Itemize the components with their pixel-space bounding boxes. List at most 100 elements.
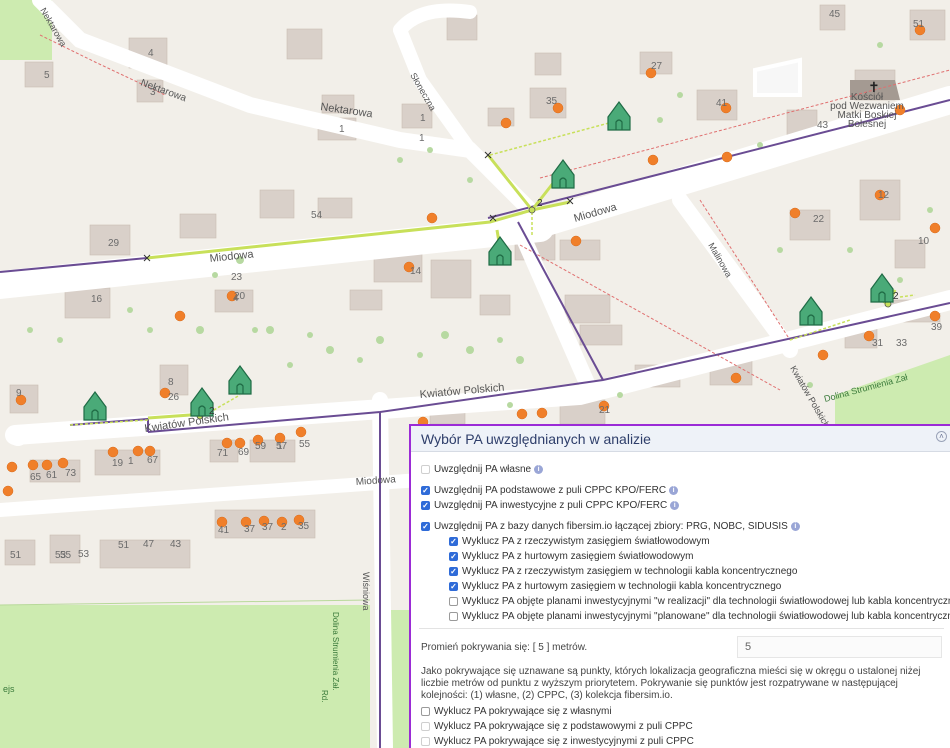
option-label: Uwzględnij PA z bazy danych fibersim.io … [434,521,788,532]
option-checkbox[interactable] [449,582,458,591]
option-row[interactable]: Wyklucz PA z rzeczywistym zasięgiem w te… [411,564,950,579]
option-checkbox[interactable] [421,465,430,474]
option-label: Wyklucz PA objęte planami inwestycyjnymi… [462,596,950,607]
house-number-label: 35 [546,96,558,107]
option-row[interactable]: Wyklucz PA z hurtowym zasięgiem światłow… [411,549,950,564]
exclude-row[interactable]: Wyklucz PA pokrywające się z podstawowym… [421,719,694,734]
house-number-label: 29 [108,238,120,249]
house-number-label: 45 [829,9,841,20]
house-number-label: 51 [118,540,130,551]
option-checkbox[interactable] [449,552,458,561]
option-label: Uwzględnij PA podstawowe z puli CPPC KPO… [434,485,667,496]
option-checkbox[interactable] [421,486,430,495]
radius-input[interactable]: 5 [737,636,942,658]
house-number-label: 37 [244,524,256,535]
house-number-label: 5 [44,70,50,81]
house-number-label: 2 [281,522,287,533]
street-label: Dolina Strumienia Zał. [331,612,340,691]
option-row[interactable]: Uwzględnij PA z bazy danych fibersim.io … [411,519,950,534]
option-checkbox[interactable] [449,567,458,576]
panel-header[interactable]: Wybór PA uwzględnianych w analizie ˄ [411,426,950,452]
house-number-label: 69 [238,447,250,458]
info-icon[interactable]: i [670,501,680,510]
divider [419,628,944,629]
house-number-label: 53 [78,549,90,560]
option-row[interactable]: Wyklucz PA objęte planami inwestycyjnymi… [411,609,950,624]
house-number-label: 67 [147,455,159,466]
radius-label: Promień pokrywania się: [ 5 ] metrów. [421,642,588,653]
house-number-label: 9 [16,388,22,399]
house-number-label: 12 [878,190,890,201]
house-number-label: 61 [46,470,58,481]
exclude-checkbox[interactable] [421,737,430,746]
house-number-label: 39 [931,322,943,333]
house-number-label: 1 [128,456,134,467]
house-number-label: 22 [813,214,825,225]
option-checkbox[interactable] [421,501,430,510]
church-label: Bolesnej [848,119,886,130]
option-checkbox[interactable] [421,522,430,531]
option-row[interactable]: Uwzględnij PA inwestycyjne z puli CPPC K… [411,498,950,513]
panel-title: Wybór PA uwzględnianych w analizie [421,430,651,447]
house-number-label: 51 [10,550,22,561]
route-count-label: 2 [209,406,215,417]
option-checkbox[interactable] [449,537,458,546]
house-number-label: 4 [233,293,239,304]
option-label: Wyklucz PA z rzeczywistym zasięgiem w te… [462,566,798,577]
option-row[interactable]: Wyklucz PA z rzeczywistym zasięgiem świa… [411,534,950,549]
house-number-label: 8 [168,377,174,388]
park-area [0,605,370,748]
coverage-description: Jako pokrywające się uznawane są punkty,… [421,666,921,701]
house-number-label: 37 [262,522,274,533]
option-row[interactable]: Uwzględnij PA własne i [411,462,950,477]
exclude-label: Wyklucz PA pokrywające się z inwestycyjn… [434,736,694,747]
option-label: Uwzględnij PA inwestycyjne z puli CPPC K… [434,500,668,511]
chevron-up-icon[interactable]: ˄ [936,431,947,442]
house-number-label: 43 [817,120,829,131]
option-checkbox[interactable] [449,612,458,621]
street-label: Wiśniowa [361,572,371,611]
option-label: Wyklucz PA z hurtowym zasięgiem w techno… [462,581,782,592]
option-row[interactable]: Wyklucz PA objęte planami inwestycyjnymi… [411,594,950,609]
option-label: Wyklucz PA z hurtowym zasięgiem światłow… [462,551,694,562]
house-number-label: 54 [311,210,323,221]
info-icon[interactable]: i [534,465,544,474]
house-number-label: 31 [872,338,884,349]
house-number-label: 51 [913,19,925,30]
option-row[interactable]: Wyklucz PA z hurtowym zasięgiem w techno… [411,579,950,594]
house-number-label: 16 [91,294,103,305]
exclude-label: Wyklucz PA pokrywające się z podstawowym… [434,721,693,732]
house-number-label: 14 [410,266,422,277]
exclude-checkbox[interactable] [421,707,430,716]
house-number-label: 1 [419,133,425,144]
house-number-label: 41 [716,98,728,109]
info-icon[interactable]: i [790,522,800,531]
option-checkbox[interactable] [449,597,458,606]
house-number-label: 21 [599,405,611,416]
house-number-label: 1 [339,124,345,135]
house-number-label: 55 [299,439,311,450]
house-number-label: 47 [143,539,155,550]
house-number-label: 65 [30,472,42,483]
option-label: Wyklucz PA z rzeczywistym zasięgiem świa… [462,536,710,547]
option-label: Uwzględnij PA własne [434,464,532,475]
house-number-label: 19 [112,458,124,469]
house-number-label: 1 [420,113,426,124]
exclude-row[interactable]: Wyklucz PA pokrywające się z inwestycyjn… [421,734,694,748]
exclude-row[interactable]: Wyklucz PA pokrywające się z własnymi [421,704,694,719]
house-number-label: 27 [651,61,663,72]
route-count-label: 2 [537,198,543,209]
house-number-label: 4 [148,48,154,59]
house-number-label: 35 [298,521,310,532]
house-number-label: 33 [896,338,908,349]
house-number-label: 41 [218,525,230,536]
house-number-label: 10 [918,236,930,247]
house-number-label: 73 [65,468,77,479]
house-number-label: 1 [277,441,283,452]
exclude-checkbox[interactable] [421,722,430,731]
house-number-label: 59 [255,441,267,452]
option-row[interactable]: Uwzględnij PA podstawowe z puli CPPC KPO… [411,483,950,498]
info-icon[interactable]: i [669,486,679,495]
analysis-panel: Wybór PA uwzględnianych w analizie ˄ Uwz… [409,424,950,748]
house-number-label: 26 [168,392,180,403]
